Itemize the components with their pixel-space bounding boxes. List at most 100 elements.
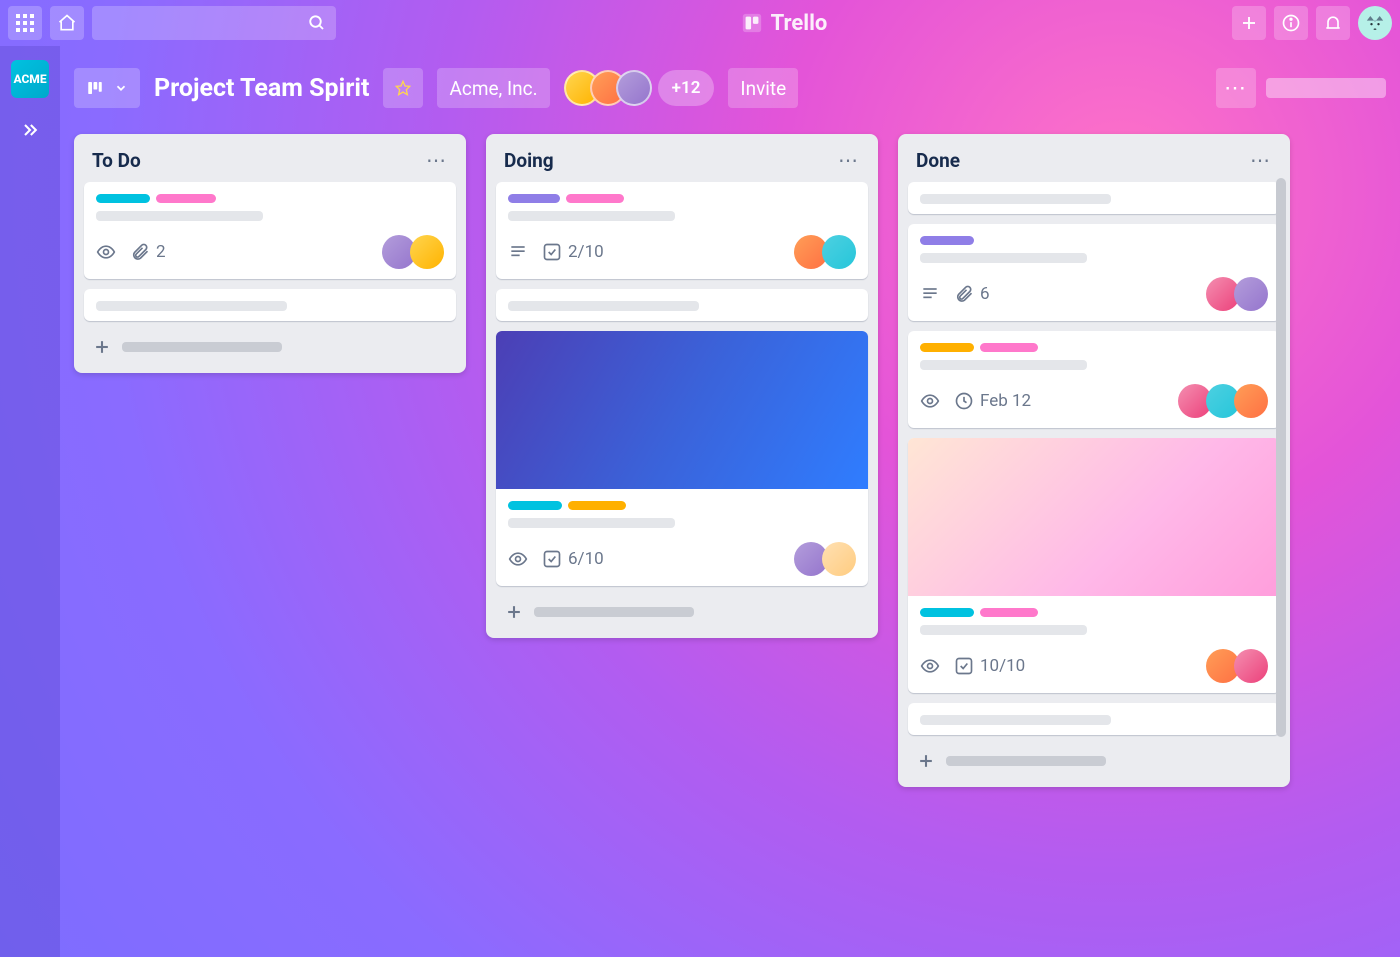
- watch-icon: [920, 391, 940, 411]
- profile-avatar[interactable]: [1358, 6, 1392, 40]
- description-badge: [920, 284, 940, 304]
- card[interactable]: 2: [84, 182, 456, 279]
- expand-rail-button[interactable]: [20, 120, 40, 140]
- chevron-down-icon: [114, 81, 128, 95]
- attachments-badge: 6: [954, 284, 990, 304]
- board-header: Project Team Spirit Acme, Inc. +12 Invit…: [60, 60, 1400, 116]
- trello-logo-icon: [741, 12, 763, 34]
- watch-badge: [508, 549, 528, 569]
- create-button[interactable]: [1232, 6, 1266, 40]
- checklist-badge: 2/10: [542, 242, 604, 262]
- watch-icon: [96, 242, 116, 262]
- plus-icon: [504, 602, 524, 622]
- card[interactable]: Feb 12: [908, 331, 1280, 428]
- card-member-avatar[interactable]: [822, 542, 856, 576]
- attachment-icon: [954, 284, 974, 304]
- card-member-avatar[interactable]: [1234, 384, 1268, 418]
- watch-icon: [920, 656, 940, 676]
- card-label[interactable]: [156, 194, 216, 203]
- workspace-rail: ACME: [0, 46, 60, 957]
- card-label[interactable]: [508, 194, 560, 203]
- notifications-button[interactable]: [1316, 6, 1350, 40]
- list-scrollbar[interactable]: [1276, 178, 1286, 737]
- card-labels[interactable]: [920, 343, 1268, 352]
- card-labels[interactable]: [508, 194, 856, 203]
- card[interactable]: 10/10: [908, 438, 1280, 693]
- more-members[interactable]: +12: [658, 70, 715, 106]
- board-menu-button[interactable]: ⋯: [1216, 68, 1256, 108]
- card-member-avatar[interactable]: [822, 235, 856, 269]
- card-label[interactable]: [96, 194, 150, 203]
- card[interactable]: 2/10: [496, 182, 868, 279]
- checklist-icon: [542, 549, 562, 569]
- card-label[interactable]: [568, 501, 626, 510]
- home-icon: [57, 13, 77, 33]
- show-menu-button[interactable]: [1266, 78, 1386, 98]
- checklist-icon: [954, 656, 974, 676]
- card-member-avatar[interactable]: [410, 235, 444, 269]
- card-labels[interactable]: [96, 194, 444, 203]
- board-title[interactable]: Project Team Spirit: [154, 74, 369, 103]
- star-button[interactable]: [383, 68, 423, 108]
- card-label[interactable]: [980, 608, 1038, 617]
- list-menu-button[interactable]: ⋯: [426, 148, 448, 172]
- search-icon: [308, 14, 326, 32]
- avatar-icon: [1361, 9, 1389, 37]
- list: Doing ⋯ 2/10 6/10: [486, 134, 878, 638]
- board-members[interactable]: +12: [564, 70, 715, 106]
- card-labels[interactable]: [920, 608, 1268, 617]
- watch-badge: [920, 391, 940, 411]
- card[interactable]: 6: [908, 224, 1280, 321]
- search-input[interactable]: [92, 6, 336, 40]
- card-members: [382, 235, 444, 269]
- card-label[interactable]: [508, 501, 562, 510]
- card-labels[interactable]: [508, 501, 856, 510]
- card-label[interactable]: [566, 194, 624, 203]
- boards-icon: [86, 79, 104, 97]
- card-title-placeholder: [920, 625, 1087, 635]
- card-label[interactable]: [980, 343, 1038, 352]
- card-labels[interactable]: [920, 236, 1268, 245]
- add-card-button[interactable]: [908, 745, 1280, 777]
- board-switcher[interactable]: [74, 68, 140, 108]
- workspace-tile[interactable]: ACME: [11, 60, 49, 98]
- info-button[interactable]: [1274, 6, 1308, 40]
- card[interactable]: [496, 289, 868, 321]
- card-members: [794, 542, 856, 576]
- add-card-button[interactable]: [496, 596, 868, 628]
- list-menu-button[interactable]: ⋯: [1250, 148, 1272, 172]
- board-canvas[interactable]: To Do ⋯ 2 Doing ⋯ 2/10 6/10 Done ⋯ 6 Feb 1…: [60, 126, 1400, 957]
- card-label[interactable]: [920, 236, 974, 245]
- add-card-button[interactable]: [84, 331, 456, 363]
- card[interactable]: [908, 182, 1280, 214]
- plus-icon: [916, 751, 936, 771]
- card[interactable]: [908, 703, 1280, 735]
- watch-badge: [96, 242, 116, 262]
- list-title[interactable]: Done: [916, 149, 960, 172]
- card-members: [1178, 384, 1268, 418]
- card-label[interactable]: [920, 343, 974, 352]
- list-title[interactable]: Doing: [504, 149, 554, 172]
- app-logo: Trello: [344, 11, 1224, 36]
- apps-icon: [16, 14, 34, 32]
- card-member-avatar[interactable]: [1234, 277, 1268, 311]
- card-title-placeholder: [920, 360, 1087, 370]
- card-label[interactable]: [920, 608, 974, 617]
- card-members: [794, 235, 856, 269]
- card-member-avatar[interactable]: [1234, 649, 1268, 683]
- apps-button[interactable]: [8, 6, 42, 40]
- team-name[interactable]: Acme, Inc.: [437, 68, 549, 108]
- list-menu-button[interactable]: ⋯: [838, 148, 860, 172]
- invite-button[interactable]: Invite: [728, 68, 798, 108]
- list-title[interactable]: To Do: [92, 149, 141, 172]
- bell-icon: [1323, 13, 1343, 33]
- due-date-icon: [954, 391, 974, 411]
- card-title-placeholder: [920, 253, 1087, 263]
- plus-icon: [92, 337, 112, 357]
- list: To Do ⋯ 2: [74, 134, 466, 373]
- home-button[interactable]: [50, 6, 84, 40]
- card[interactable]: [84, 289, 456, 321]
- member-avatar[interactable]: [616, 70, 652, 106]
- card[interactable]: 6/10: [496, 331, 868, 586]
- star-icon: [395, 78, 411, 98]
